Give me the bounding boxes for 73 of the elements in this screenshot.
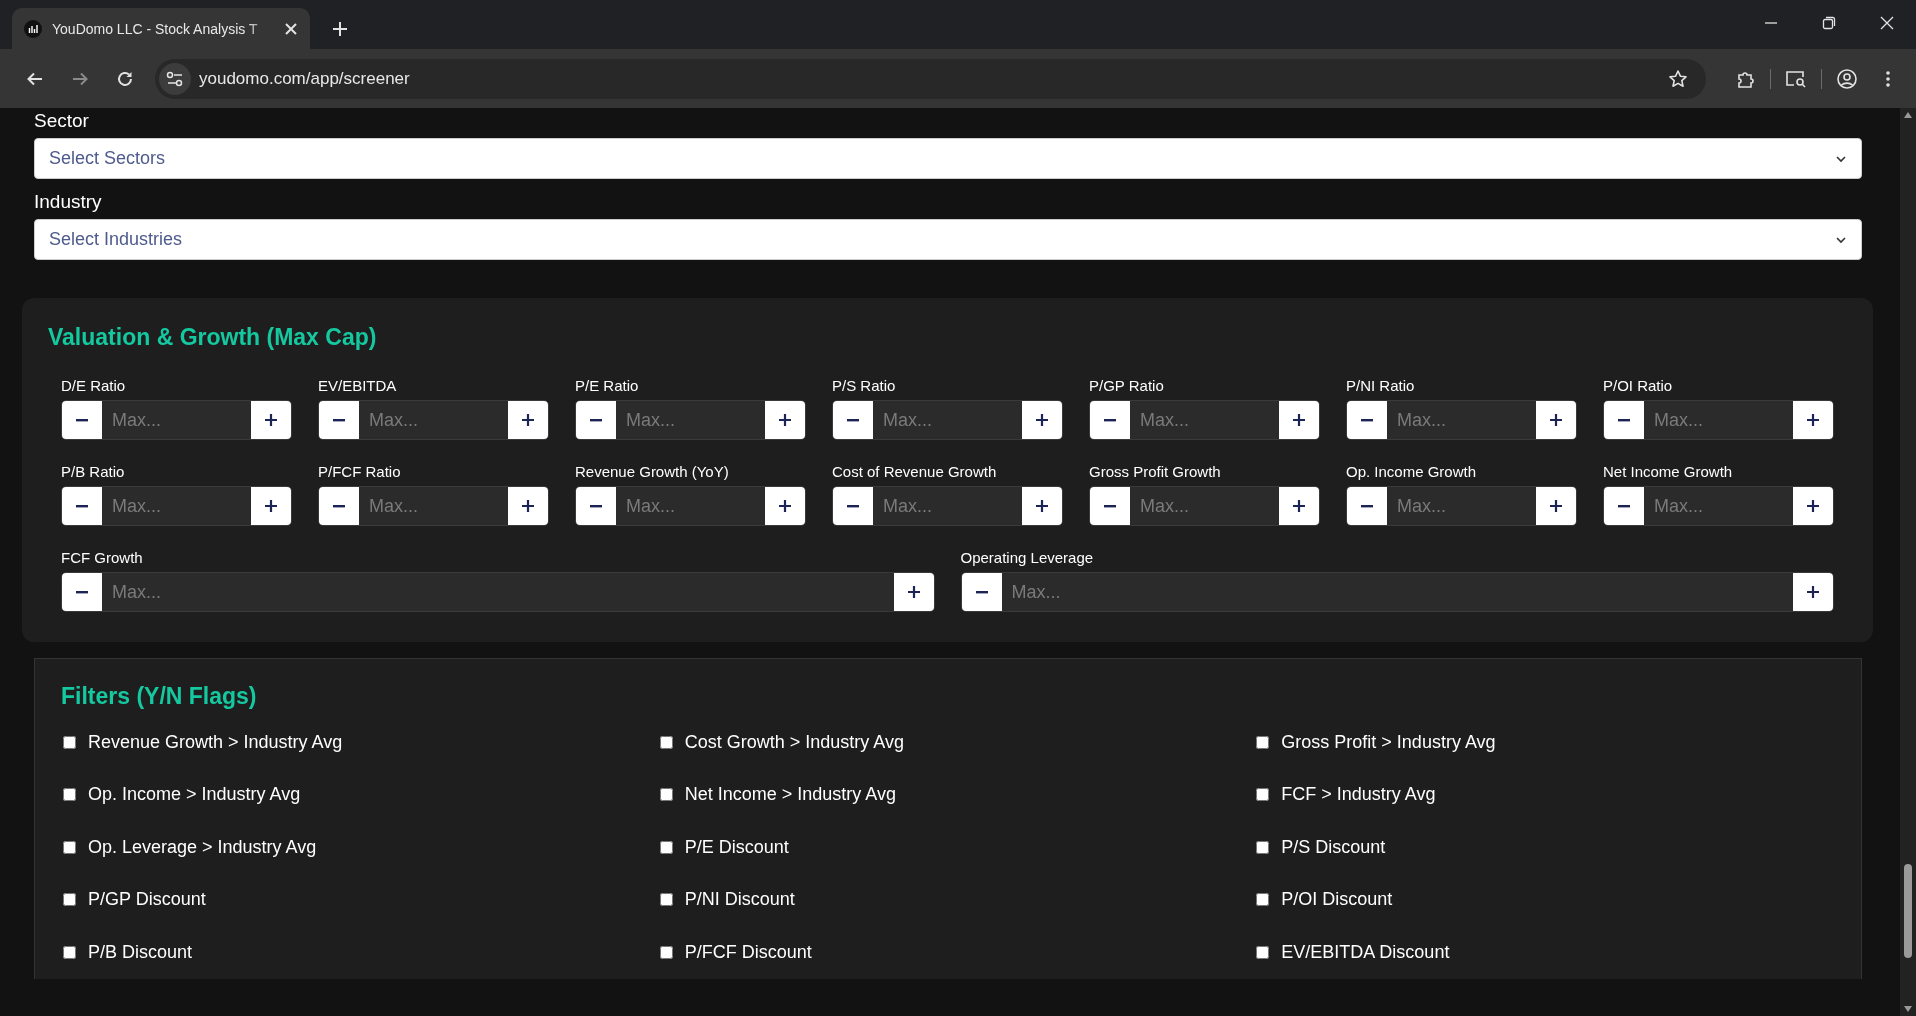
checkbox[interactable] <box>63 788 76 802</box>
reload-icon[interactable] <box>115 69 134 88</box>
field-label: EV/EBITDA <box>318 377 397 394</box>
section-title: Valuation & Growth (Max Cap) <box>48 324 377 351</box>
tab-close-icon[interactable] <box>284 21 298 36</box>
checkbox-label: P/OI Discount <box>1281 889 1393 911</box>
select-field[interactable]: Select Industries <box>34 219 1862 260</box>
checkbox-label: P/B Discount <box>88 941 193 963</box>
checkbox[interactable] <box>63 735 76 749</box>
field-label: P/OI Ratio <box>1603 377 1673 394</box>
checkbox[interactable] <box>659 735 673 749</box>
url-text: youdomo.com/app/screener <box>199 68 411 89</box>
scrollbar[interactable] <box>1900 108 1916 1016</box>
field-label: Gross Profit Growth <box>1089 463 1221 480</box>
checkbox[interactable] <box>63 893 76 907</box>
checkbox[interactable] <box>63 945 76 959</box>
site-settings-icon[interactable] <box>166 70 184 87</box>
profile-icon[interactable] <box>1836 67 1858 90</box>
field-label: P/B Ratio <box>61 463 125 480</box>
field-label: P/E Ratio <box>575 377 639 394</box>
checkbox[interactable] <box>1256 893 1270 907</box>
checkbox-label: Revenue Growth > Industry Avg <box>88 731 343 753</box>
checkbox[interactable] <box>63 840 76 854</box>
section-title: Filters (Y/N Flags) <box>61 683 257 710</box>
field-label: D/E Ratio <box>61 377 126 394</box>
close-icon[interactable] <box>1880 16 1894 30</box>
checkbox-label: Op. Leverage > Industry Avg <box>88 836 317 858</box>
star-icon[interactable] <box>1668 68 1688 89</box>
checkbox-label: P/NI Discount <box>684 889 795 911</box>
checkbox[interactable] <box>1256 735 1270 749</box>
field-label: Op. Income Growth <box>1346 463 1477 480</box>
chevron-down-icon[interactable] <box>1835 235 1847 244</box>
field-label: Operating Leverage <box>960 549 1094 566</box>
new-tab-icon[interactable] <box>332 21 348 37</box>
checkbox[interactable] <box>659 945 673 959</box>
checkbox-label: EV/EBITDA Discount <box>1281 941 1450 963</box>
select-field[interactable]: Select Sectors <box>34 138 1862 179</box>
field-label: FCF Growth <box>61 549 143 566</box>
chart-logo-icon <box>24 19 42 38</box>
checkbox[interactable] <box>1256 840 1270 854</box>
checkbox-label: Net Income > Industry Avg <box>684 784 896 806</box>
checkbox[interactable] <box>1256 945 1270 959</box>
field-label: P/S Ratio <box>832 377 896 394</box>
field-label: Cost of Revenue Growth <box>832 463 997 480</box>
checkbox[interactable] <box>659 893 673 907</box>
checkbox[interactable] <box>1256 788 1270 802</box>
checkbox-label: P/S Discount <box>1281 836 1386 858</box>
checkbox-label: P/E Discount <box>684 836 789 858</box>
field-label: P/NI Ratio <box>1346 377 1415 394</box>
checkbox[interactable] <box>659 788 673 802</box>
scrollbar-thumb[interactable] <box>1904 864 1912 958</box>
checkbox-label: Op. Income > Industry Avg <box>88 784 301 806</box>
address-bar[interactable]: youdomo.com/app/screener <box>155 58 1706 99</box>
checkbox[interactable] <box>659 840 673 854</box>
screen-search-icon[interactable] <box>1785 69 1807 88</box>
restore-icon[interactable] <box>1822 16 1836 30</box>
scroll-up-icon[interactable] <box>1904 112 1912 118</box>
chevron-down-icon[interactable] <box>1835 154 1847 163</box>
field-label: Sector <box>34 109 89 133</box>
checkbox-label: P/GP Discount <box>88 889 206 911</box>
field-label: P/GP Ratio <box>1089 377 1164 394</box>
checkbox-label: P/FCF Discount <box>684 941 812 963</box>
browser-tab[interactable]: YouDomo LLC - Stock Analysis T <box>12 8 310 49</box>
field-label: Revenue Growth (YoY) <box>575 463 729 480</box>
scroll-down-icon[interactable] <box>1904 1006 1912 1012</box>
field-label: P/FCF Ratio <box>318 463 401 480</box>
menu-icon[interactable] <box>1886 69 1890 88</box>
tab-title: YouDomo LLC - Stock Analysis T <box>52 20 259 37</box>
checkbox-label: Cost Growth > Industry Avg <box>684 731 904 753</box>
checkbox-label: Gross Profit > Industry Avg <box>1281 731 1496 753</box>
field-label: Net Income Growth <box>1603 463 1733 480</box>
field-label: Industry <box>34 190 102 214</box>
checkbox-label: FCF > Industry Avg <box>1281 784 1436 806</box>
